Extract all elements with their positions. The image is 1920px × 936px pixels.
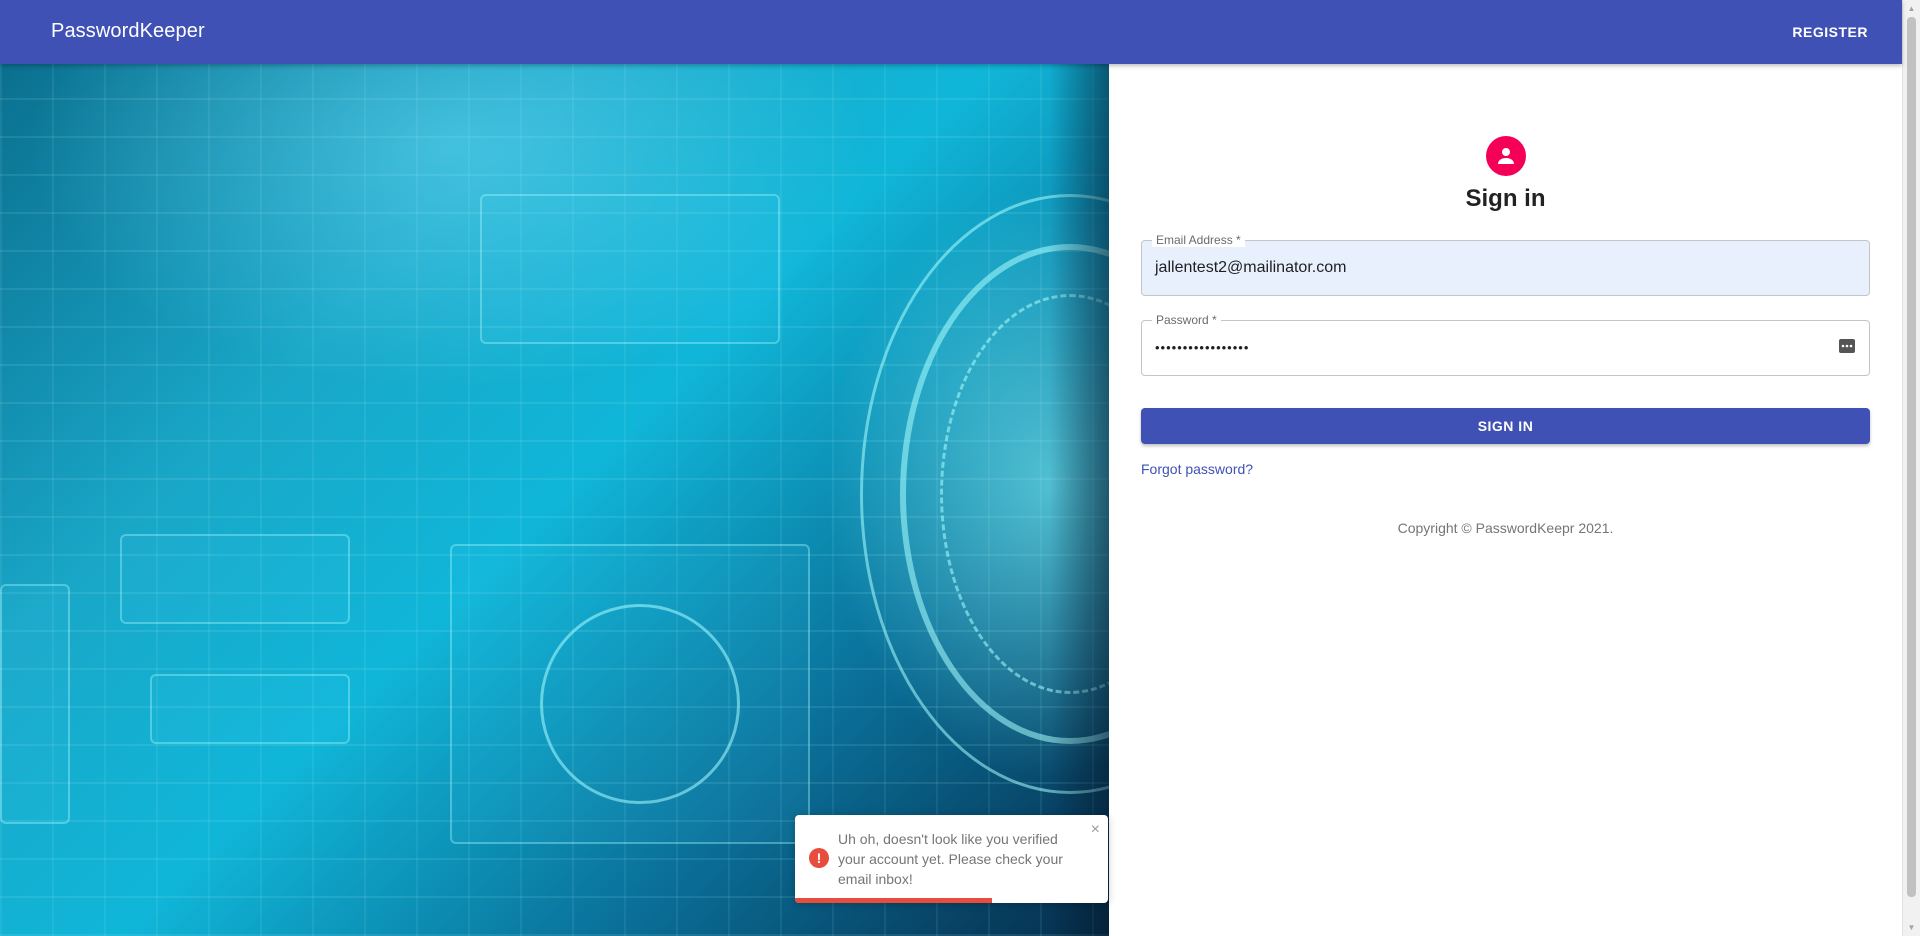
email-field[interactable]: Email Address * jallentest2@mailinator.c… [1141,233,1870,296]
page-title: Sign in [1465,185,1546,212]
signin-button[interactable]: SIGN IN [1141,408,1870,444]
email-label: Email Address * [1152,233,1245,247]
error-icon: ! [809,848,829,868]
scrollbar[interactable]: ▲ ▼ [1902,0,1920,936]
toast-message: Uh oh, doesn't look like you verified yo… [838,831,1063,887]
scroll-down-arrow-icon[interactable]: ▼ [1903,919,1920,936]
password-dots-icon[interactable] [1839,339,1855,353]
copyright-text: Copyright © PasswordKeepr 2021. [1397,520,1614,536]
scroll-up-arrow-icon[interactable]: ▲ [1903,0,1920,17]
signin-panel: Sign in Email Address * jallentest2@mail… [1109,64,1902,936]
error-toast[interactable]: ! Uh oh, doesn't look like you verified … [795,815,1108,903]
app-bar: PasswordKeeper REGISTER [0,0,1902,64]
close-icon[interactable]: × [1091,821,1100,839]
hero-panel [150,674,350,744]
page: PasswordKeeper REGISTER Sign in Email Ad… [0,0,1920,936]
password-field[interactable]: Password * ••••••••••••••••• [1141,313,1870,376]
hero-panel [0,584,70,824]
toast-progress-bar [795,898,993,903]
register-button[interactable]: REGISTER [1778,14,1882,50]
hero-image [0,64,1109,936]
hero-panel [120,534,350,624]
brand-title[interactable]: PasswordKeeper [51,20,205,43]
person-icon [1498,148,1514,164]
hero-ring [540,604,740,804]
forgot-password-link[interactable]: Forgot password? [1141,461,1253,477]
hero-edge-shade [1049,64,1109,936]
password-input[interactable]: ••••••••••••••••• [1155,340,1249,355]
avatar [1486,136,1526,176]
email-input[interactable]: jallentest2@mailinator.com [1155,259,1346,277]
password-label: Password * [1152,313,1221,327]
scroll-thumb[interactable] [1907,17,1916,897]
hero-panel [480,194,780,344]
